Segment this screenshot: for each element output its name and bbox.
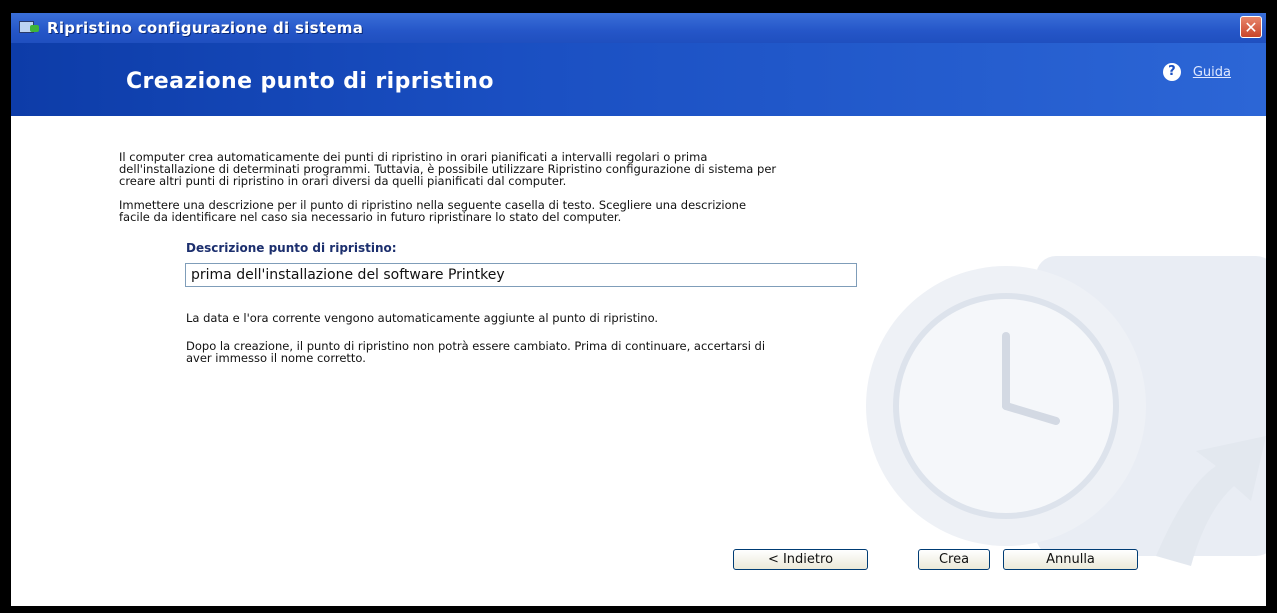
intro-paragraph-1: Il computer crea automaticamente dei pun… <box>119 150 777 188</box>
title-bar: Ripristino configurazione di sistema ✕ <box>11 13 1266 43</box>
window-title: Ripristino configurazione di sistema <box>47 19 364 37</box>
wizard-content: Il computer crea automaticamente dei pun… <box>11 116 1266 606</box>
intro-paragraph-2: Immettere una descrizione per il punto d… <box>119 198 747 224</box>
back-button[interactable]: < Indietro <box>733 549 868 570</box>
clock-watermark-icon <box>866 256 1266 566</box>
create-button[interactable]: Crea <box>918 549 990 570</box>
note-paragraph-2: Dopo la creazione, il punto di ripristin… <box>186 339 766 365</box>
wizard-header: Creazione punto di ripristino ? Guida <box>11 43 1266 116</box>
description-label: Descrizione punto di ripristino: <box>186 241 397 255</box>
page-title: Creazione punto di ripristino <box>126 69 494 94</box>
help-link[interactable]: Guida <box>1193 65 1231 80</box>
help-icon[interactable]: ? <box>1162 63 1181 81</box>
note-paragraph-1: La data e l'ora corrente vengono automat… <box>186 311 659 325</box>
description-input[interactable] <box>185 263 857 287</box>
cancel-button[interactable]: Annulla <box>1003 549 1138 570</box>
close-icon: ✕ <box>1244 18 1258 37</box>
close-button[interactable]: ✕ <box>1240 16 1262 38</box>
help-link-group[interactable]: ? Guida <box>1162 63 1231 81</box>
system-restore-icon <box>19 19 41 37</box>
dialog-window: Ripristino configurazione di sistema ✕ C… <box>8 10 1269 609</box>
